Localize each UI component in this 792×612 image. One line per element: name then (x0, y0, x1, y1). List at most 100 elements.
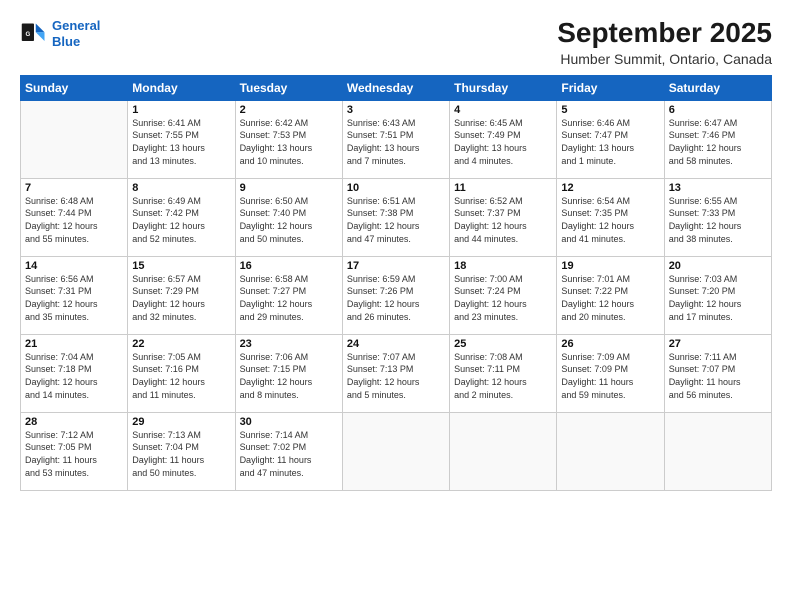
calendar-cell: 23Sunrise: 7:06 AM Sunset: 7:15 PM Dayli… (235, 334, 342, 412)
day-number: 9 (240, 182, 338, 194)
calendar-cell: 19Sunrise: 7:01 AM Sunset: 7:22 PM Dayli… (557, 256, 664, 334)
calendar-cell: 6Sunrise: 6:47 AM Sunset: 7:46 PM Daylig… (664, 100, 771, 178)
day-number: 5 (561, 104, 659, 116)
header: G General Blue September 2025 Humber Sum… (20, 18, 772, 67)
day-number: 25 (454, 338, 552, 350)
calendar-cell: 27Sunrise: 7:11 AM Sunset: 7:07 PM Dayli… (664, 334, 771, 412)
calendar-cell: 1Sunrise: 6:41 AM Sunset: 7:55 PM Daylig… (128, 100, 235, 178)
day-info: Sunrise: 7:14 AM Sunset: 7:02 PM Dayligh… (240, 429, 338, 479)
calendar-cell: 29Sunrise: 7:13 AM Sunset: 7:04 PM Dayli… (128, 412, 235, 490)
calendar-cell: 7Sunrise: 6:48 AM Sunset: 7:44 PM Daylig… (21, 178, 128, 256)
day-info: Sunrise: 6:41 AM Sunset: 7:55 PM Dayligh… (132, 117, 230, 167)
calendar: SundayMondayTuesdayWednesdayThursdayFrid… (20, 75, 772, 491)
calendar-cell: 2Sunrise: 6:42 AM Sunset: 7:53 PM Daylig… (235, 100, 342, 178)
day-info: Sunrise: 7:01 AM Sunset: 7:22 PM Dayligh… (561, 273, 659, 323)
calendar-cell: 22Sunrise: 7:05 AM Sunset: 7:16 PM Dayli… (128, 334, 235, 412)
calendar-cell: 16Sunrise: 6:58 AM Sunset: 7:27 PM Dayli… (235, 256, 342, 334)
weekday-header: Monday (128, 75, 235, 100)
calendar-header-row: SundayMondayTuesdayWednesdayThursdayFrid… (21, 75, 772, 100)
day-number: 16 (240, 260, 338, 272)
calendar-week-row: 1Sunrise: 6:41 AM Sunset: 7:55 PM Daylig… (21, 100, 772, 178)
page-subtitle: Humber Summit, Ontario, Canada (557, 51, 772, 67)
day-number: 1 (132, 104, 230, 116)
calendar-cell: 3Sunrise: 6:43 AM Sunset: 7:51 PM Daylig… (342, 100, 449, 178)
day-info: Sunrise: 6:51 AM Sunset: 7:38 PM Dayligh… (347, 195, 445, 245)
calendar-week-row: 7Sunrise: 6:48 AM Sunset: 7:44 PM Daylig… (21, 178, 772, 256)
day-number: 30 (240, 416, 338, 428)
day-number: 4 (454, 104, 552, 116)
day-number: 27 (669, 338, 767, 350)
day-number: 22 (132, 338, 230, 350)
calendar-cell (557, 412, 664, 490)
day-number: 21 (25, 338, 123, 350)
weekday-header: Wednesday (342, 75, 449, 100)
day-info: Sunrise: 7:00 AM Sunset: 7:24 PM Dayligh… (454, 273, 552, 323)
day-number: 29 (132, 416, 230, 428)
logo-icon: G (20, 20, 48, 48)
calendar-week-row: 21Sunrise: 7:04 AM Sunset: 7:18 PM Dayli… (21, 334, 772, 412)
calendar-cell: 25Sunrise: 7:08 AM Sunset: 7:11 PM Dayli… (450, 334, 557, 412)
day-info: Sunrise: 7:06 AM Sunset: 7:15 PM Dayligh… (240, 351, 338, 401)
day-info: Sunrise: 6:45 AM Sunset: 7:49 PM Dayligh… (454, 117, 552, 167)
calendar-cell: 26Sunrise: 7:09 AM Sunset: 7:09 PM Dayli… (557, 334, 664, 412)
day-number: 19 (561, 260, 659, 272)
calendar-cell: 17Sunrise: 6:59 AM Sunset: 7:26 PM Dayli… (342, 256, 449, 334)
calendar-cell: 4Sunrise: 6:45 AM Sunset: 7:49 PM Daylig… (450, 100, 557, 178)
logo-general: General (52, 18, 100, 33)
day-info: Sunrise: 7:11 AM Sunset: 7:07 PM Dayligh… (669, 351, 767, 401)
day-info: Sunrise: 6:52 AM Sunset: 7:37 PM Dayligh… (454, 195, 552, 245)
day-info: Sunrise: 7:13 AM Sunset: 7:04 PM Dayligh… (132, 429, 230, 479)
calendar-cell: 5Sunrise: 6:46 AM Sunset: 7:47 PM Daylig… (557, 100, 664, 178)
calendar-cell (21, 100, 128, 178)
weekday-header: Friday (557, 75, 664, 100)
day-number: 28 (25, 416, 123, 428)
calendar-cell (342, 412, 449, 490)
logo-text: General Blue (52, 18, 100, 49)
day-info: Sunrise: 6:42 AM Sunset: 7:53 PM Dayligh… (240, 117, 338, 167)
calendar-cell: 9Sunrise: 6:50 AM Sunset: 7:40 PM Daylig… (235, 178, 342, 256)
day-number: 26 (561, 338, 659, 350)
day-info: Sunrise: 7:08 AM Sunset: 7:11 PM Dayligh… (454, 351, 552, 401)
calendar-cell: 18Sunrise: 7:00 AM Sunset: 7:24 PM Dayli… (450, 256, 557, 334)
calendar-week-row: 28Sunrise: 7:12 AM Sunset: 7:05 PM Dayli… (21, 412, 772, 490)
svg-text:G: G (25, 30, 30, 37)
calendar-cell: 15Sunrise: 6:57 AM Sunset: 7:29 PM Dayli… (128, 256, 235, 334)
day-info: Sunrise: 6:59 AM Sunset: 7:26 PM Dayligh… (347, 273, 445, 323)
day-number: 8 (132, 182, 230, 194)
calendar-cell (450, 412, 557, 490)
calendar-cell: 10Sunrise: 6:51 AM Sunset: 7:38 PM Dayli… (342, 178, 449, 256)
day-info: Sunrise: 7:07 AM Sunset: 7:13 PM Dayligh… (347, 351, 445, 401)
page: G General Blue September 2025 Humber Sum… (0, 0, 792, 612)
calendar-cell: 30Sunrise: 7:14 AM Sunset: 7:02 PM Dayli… (235, 412, 342, 490)
calendar-week-row: 14Sunrise: 6:56 AM Sunset: 7:31 PM Dayli… (21, 256, 772, 334)
calendar-cell: 12Sunrise: 6:54 AM Sunset: 7:35 PM Dayli… (557, 178, 664, 256)
calendar-cell: 11Sunrise: 6:52 AM Sunset: 7:37 PM Dayli… (450, 178, 557, 256)
day-number: 23 (240, 338, 338, 350)
day-number: 10 (347, 182, 445, 194)
logo: G General Blue (20, 18, 100, 49)
day-info: Sunrise: 6:47 AM Sunset: 7:46 PM Dayligh… (669, 117, 767, 167)
weekday-header: Saturday (664, 75, 771, 100)
day-info: Sunrise: 6:50 AM Sunset: 7:40 PM Dayligh… (240, 195, 338, 245)
calendar-cell: 14Sunrise: 6:56 AM Sunset: 7:31 PM Dayli… (21, 256, 128, 334)
logo-blue: Blue (52, 34, 80, 49)
day-info: Sunrise: 6:48 AM Sunset: 7:44 PM Dayligh… (25, 195, 123, 245)
day-info: Sunrise: 6:58 AM Sunset: 7:27 PM Dayligh… (240, 273, 338, 323)
calendar-cell: 28Sunrise: 7:12 AM Sunset: 7:05 PM Dayli… (21, 412, 128, 490)
day-number: 11 (454, 182, 552, 194)
title-block: September 2025 Humber Summit, Ontario, C… (557, 18, 772, 67)
day-number: 7 (25, 182, 123, 194)
weekday-header: Thursday (450, 75, 557, 100)
day-info: Sunrise: 6:55 AM Sunset: 7:33 PM Dayligh… (669, 195, 767, 245)
day-number: 18 (454, 260, 552, 272)
day-number: 20 (669, 260, 767, 272)
day-number: 17 (347, 260, 445, 272)
day-number: 13 (669, 182, 767, 194)
day-info: Sunrise: 6:57 AM Sunset: 7:29 PM Dayligh… (132, 273, 230, 323)
day-info: Sunrise: 7:05 AM Sunset: 7:16 PM Dayligh… (132, 351, 230, 401)
calendar-cell: 21Sunrise: 7:04 AM Sunset: 7:18 PM Dayli… (21, 334, 128, 412)
day-number: 24 (347, 338, 445, 350)
day-number: 3 (347, 104, 445, 116)
day-info: Sunrise: 6:46 AM Sunset: 7:47 PM Dayligh… (561, 117, 659, 167)
day-info: Sunrise: 7:04 AM Sunset: 7:18 PM Dayligh… (25, 351, 123, 401)
